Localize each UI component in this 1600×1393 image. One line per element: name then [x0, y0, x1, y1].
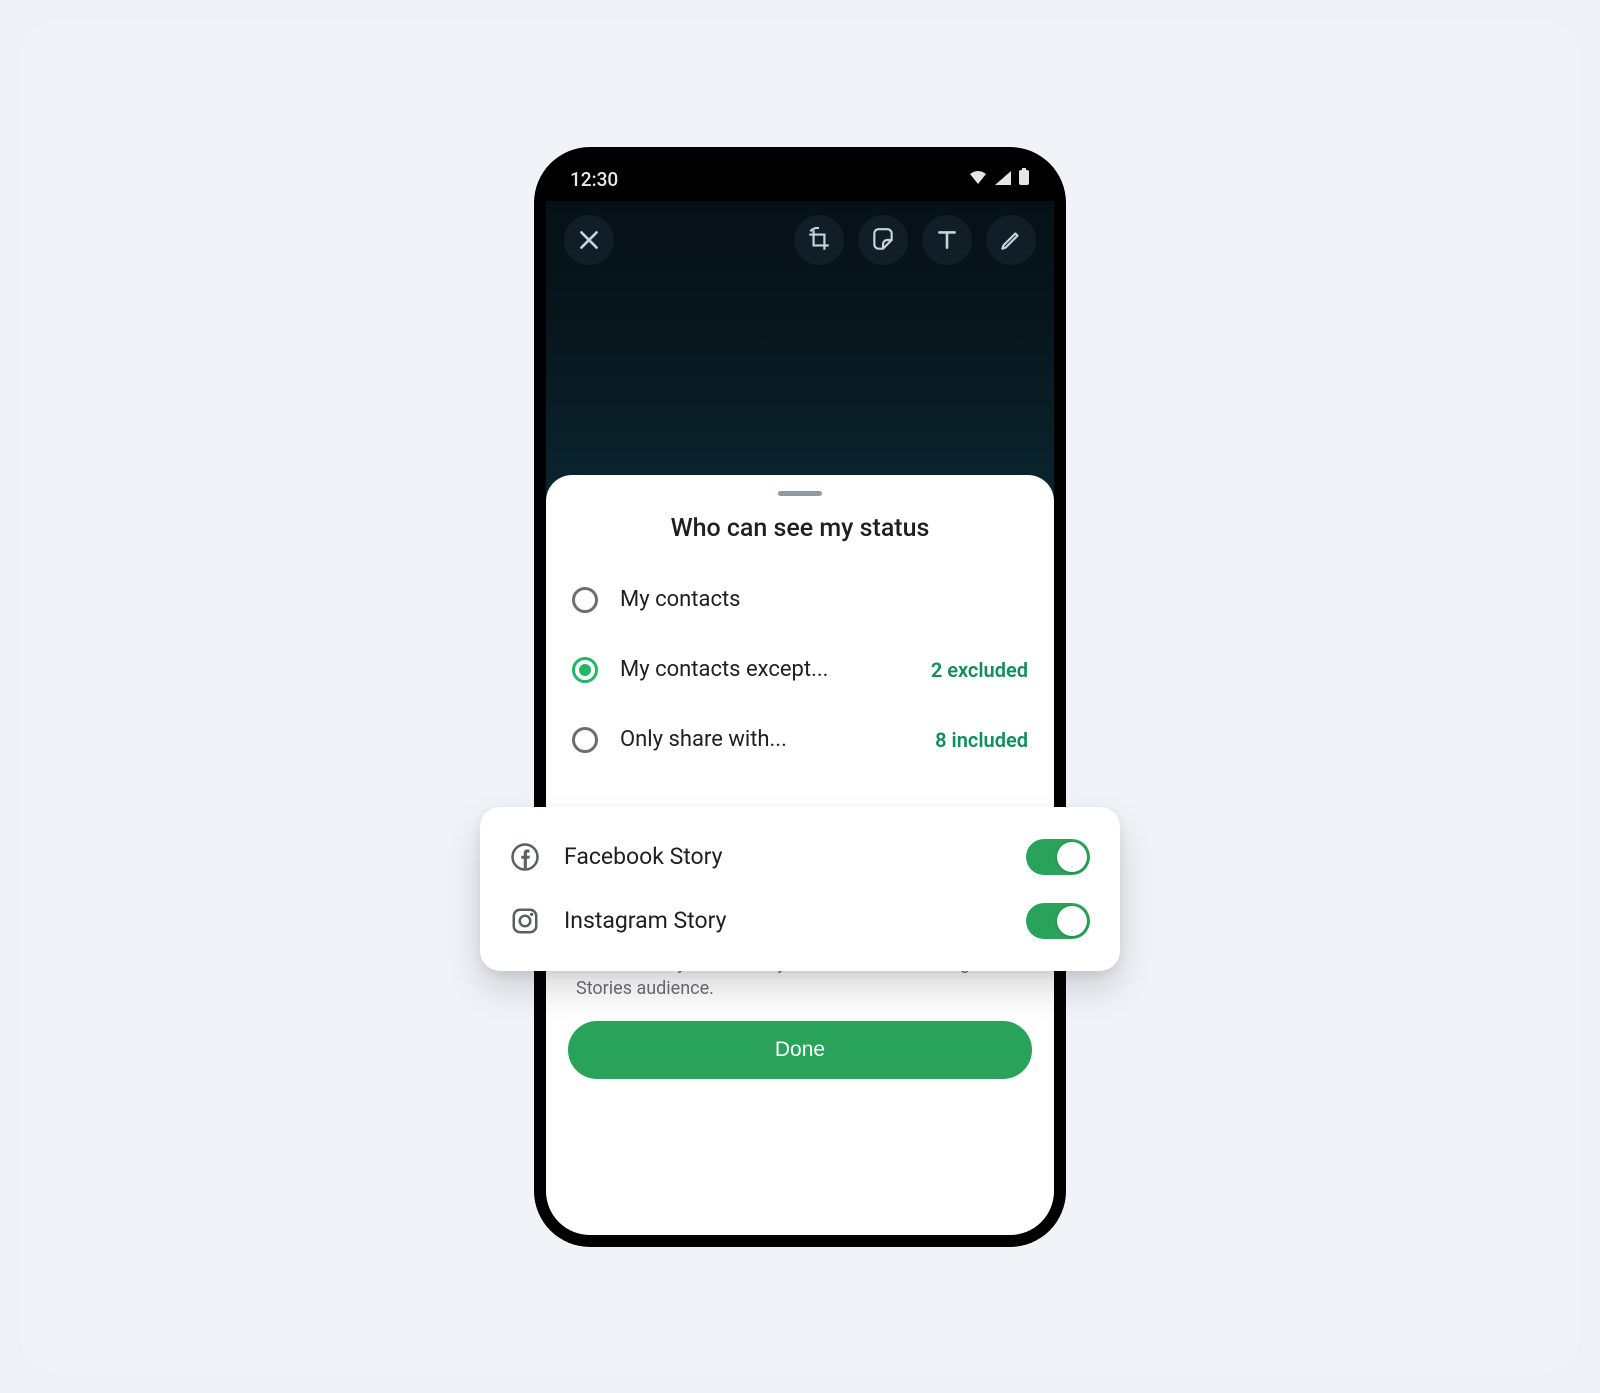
sheet-grabber[interactable] [778, 491, 822, 496]
wifi-icon [968, 168, 988, 191]
share-label: Facebook Story [564, 843, 1002, 870]
excluded-badge: 2 excluded [931, 658, 1028, 682]
option-label: My contacts except... [620, 657, 909, 682]
option-only-share-with[interactable]: Only share with... 8 included [564, 705, 1036, 775]
pencil-icon [998, 227, 1024, 253]
text-button[interactable] [922, 215, 972, 265]
share-row-facebook[interactable]: Facebook Story [506, 825, 1094, 889]
crop-rotate-icon [806, 227, 832, 253]
status-bar: 12:30 [546, 159, 1054, 201]
phone-screen: 12:30 [546, 159, 1054, 1235]
battery-icon [1018, 168, 1030, 191]
sheet-title: Who can see my status [564, 514, 1036, 543]
draw-button[interactable] [986, 215, 1036, 265]
story-editor-backdrop: Who can see my status My contacts My con… [546, 201, 1054, 1235]
text-icon [934, 227, 960, 253]
option-my-contacts-except[interactable]: My contacts except... 2 excluded [564, 635, 1036, 705]
toggle-on[interactable] [1026, 839, 1090, 875]
facebook-icon [510, 842, 540, 872]
share-targets-card: Facebook Story Instagram Story [480, 807, 1120, 971]
toggle-on[interactable] [1026, 903, 1090, 939]
phone-frame: 12:30 [534, 147, 1066, 1247]
sticker-icon [870, 227, 896, 253]
radio-unselected[interactable] [572, 727, 598, 753]
share-label: Instagram Story [564, 907, 1002, 934]
crop-rotate-button[interactable] [794, 215, 844, 265]
close-icon [576, 227, 602, 253]
done-button[interactable]: Done [568, 1021, 1032, 1079]
close-button[interactable] [564, 215, 614, 265]
cellular-icon [994, 168, 1012, 191]
status-time: 12:30 [570, 168, 618, 191]
instagram-icon [510, 906, 540, 936]
included-badge: 8 included [935, 728, 1028, 752]
radio-selected[interactable] [572, 657, 598, 683]
radio-unselected[interactable] [572, 587, 598, 613]
option-my-contacts[interactable]: My contacts [564, 565, 1036, 635]
share-row-instagram[interactable]: Instagram Story [506, 889, 1094, 953]
option-label: My contacts [620, 587, 1028, 612]
status-icons [968, 168, 1030, 191]
editor-toolbar [546, 201, 1054, 279]
sticker-button[interactable] [858, 215, 908, 265]
option-label: Only share with... [620, 727, 913, 752]
